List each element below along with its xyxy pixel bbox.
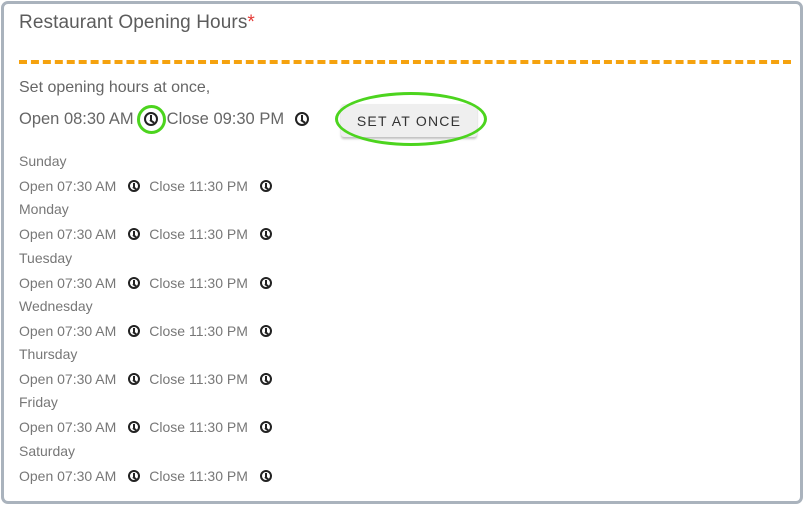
clock-icon[interactable] [128, 228, 141, 241]
bulk-close-time[interactable]: Close 09:30 PM [167, 110, 284, 129]
day-block-sunday: Sunday Open 07:30 AM Close 11:30 PM [19, 150, 419, 198]
day-name: Sunday [19, 153, 67, 169]
clock-icon[interactable] [128, 373, 141, 386]
clock-icon[interactable] [259, 421, 272, 434]
day-open-time[interactable]: Open 07:30 AM [19, 468, 116, 484]
clock-icon[interactable] [259, 469, 272, 482]
day-close-time[interactable]: Close 11:30 PM [149, 178, 248, 194]
day-close-time[interactable]: Close 11:30 PM [149, 371, 248, 387]
clock-icon[interactable] [259, 276, 272, 289]
clock-icon [144, 112, 159, 126]
day-close-time[interactable]: Close 11:30 PM [149, 468, 248, 484]
day-hours-row: Open 07:30 AM Close 11:30 PM [19, 319, 419, 343]
clock-icon [295, 112, 310, 126]
day-hours-row: Open 07:30 AM Close 11:30 PM [19, 415, 419, 439]
clock-icon[interactable] [128, 421, 141, 434]
clock-icon[interactable] [259, 373, 272, 386]
day-block-friday: Friday Open 07:30 AM Close 11:30 PM [19, 391, 419, 439]
bulk-hours-row: Open 08:30 AM Close 09:30 PM [19, 104, 310, 134]
day-name: Tuesday [19, 249, 73, 266]
day-list: Sunday Open 07:30 AM Close 11:30 PM Monday O… [19, 150, 419, 488]
clock-icon[interactable] [259, 180, 272, 192]
dashed-divider [19, 60, 791, 64]
day-close-time[interactable]: Close 11:30 PM [149, 419, 248, 435]
day-name: Monday [19, 201, 69, 218]
day-close-time[interactable]: Close 11:30 PM [149, 275, 248, 291]
clock-icon[interactable] [128, 324, 141, 337]
day-hours-row: Open 07:30 AM Close 11:30 PM [19, 464, 419, 488]
day-hours-row: Open 07:30 AM Close 11:30 PM [19, 271, 419, 295]
day-close-time[interactable]: Close 11:30 PM [149, 226, 248, 242]
day-name: Saturday [19, 442, 76, 459]
day-hours-row: Open 07:30 AM Close 11:30 PM [19, 222, 419, 246]
set-at-once-button[interactable]: SET AT ONCE [341, 104, 477, 137]
bulk-close-clock-button[interactable] [295, 112, 310, 126]
bulk-open-clock-button[interactable] [136, 104, 166, 134]
day-open-time[interactable]: Open 07:30 AM [19, 419, 116, 435]
day-open-time[interactable]: Open 07:30 AM [19, 371, 116, 387]
clock-icon[interactable] [128, 180, 141, 192]
day-open-time[interactable]: Open 07:30 AM [19, 275, 116, 291]
section-title-text: Restaurant Opening Hours [19, 12, 248, 33]
day-hours-row: Open 07:30 AM Close 11:30 PM [19, 174, 419, 198]
day-hours-row: Open 07:30 AM Close 11:30 PM [19, 367, 419, 391]
day-open-time[interactable]: Open 07:30 AM [19, 226, 116, 242]
clock-icon[interactable] [259, 324, 272, 337]
clock-icon[interactable] [259, 228, 272, 241]
bulk-intro-text: Set opening hours at once, [19, 79, 211, 96]
bulk-open-time[interactable]: Open 08:30 AM [19, 110, 134, 129]
day-name: Wednesday [19, 297, 93, 314]
day-open-time[interactable]: Open 07:30 AM [19, 323, 116, 339]
opening-hours-card: Restaurant Opening Hours* Set opening ho… [1, 1, 803, 504]
day-close-time[interactable]: Close 11:30 PM [149, 323, 248, 339]
section-title: Restaurant Opening Hours* [19, 12, 255, 34]
day-block-monday: Monday Open 07:30 AM Close 11:30 PM [19, 198, 419, 246]
day-block-thursday: Thursday Open 07:30 AM Close 11:30 PM [19, 343, 419, 391]
clock-icon[interactable] [128, 469, 141, 482]
day-name: Friday [19, 394, 58, 411]
required-asterisk: * [247, 12, 255, 33]
day-open-time[interactable]: Open 07:30 AM [19, 178, 116, 194]
day-name: Thursday [19, 346, 78, 363]
day-block-wednesday: Wednesday Open 07:30 AM Close 11:30 PM [19, 295, 419, 343]
clock-icon[interactable] [128, 276, 141, 289]
day-block-tuesday: Tuesday Open 07:30 AM Close 11:30 PM [19, 247, 419, 295]
day-block-saturday: Saturday Open 07:30 AM Close 11:30 PM [19, 440, 419, 488]
